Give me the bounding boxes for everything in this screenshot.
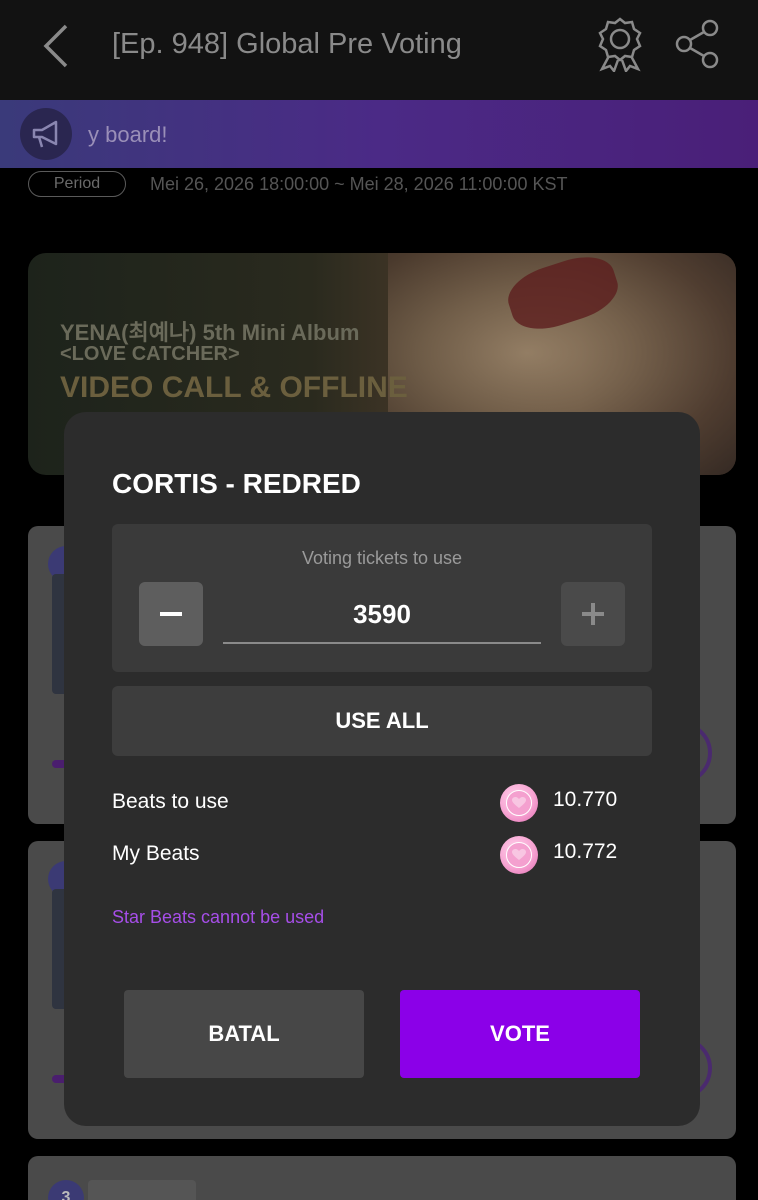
banner-line-2: <LOVE CATCHER> xyxy=(60,343,240,365)
period-range: Mei 26, 2026 18:00:00 ~ Mei 28, 2026 11:… xyxy=(150,174,568,194)
megaphone-icon xyxy=(20,108,72,160)
candidate-thumbnail xyxy=(88,1180,196,1200)
cancel-button[interactable]: BATAL xyxy=(124,990,364,1078)
award-button[interactable] xyxy=(594,16,646,74)
tickets-input[interactable] xyxy=(223,586,541,644)
increment-button[interactable] xyxy=(561,582,625,646)
vote-dialog: CORTIS - REDRED Voting tickets to use US… xyxy=(64,412,700,1126)
banner-line-3: VIDEO CALL & OFFLINE xyxy=(60,371,408,404)
dialog-title: CORTIS - REDRED xyxy=(112,468,361,499)
use-all-button[interactable]: USE ALL xyxy=(112,686,652,756)
period-badge: Period xyxy=(28,171,126,197)
heart-coin-icon xyxy=(500,784,538,822)
beats-to-use-label: Beats to use xyxy=(112,790,229,813)
heart-coin-icon xyxy=(500,836,538,874)
tickets-label: Voting tickets to use xyxy=(301,548,463,568)
beats-to-use-value: 10.770 xyxy=(553,788,618,811)
award-icon xyxy=(598,17,642,74)
notice-bar[interactable]: y board! xyxy=(0,100,758,168)
chevron-left-icon xyxy=(43,24,68,68)
my-beats-value: 10.772 xyxy=(553,840,618,863)
plus-icon xyxy=(582,603,604,625)
star-beats-warning: Star Beats cannot be used xyxy=(112,907,325,927)
page-title: [Ep. 948] Global Pre Voting xyxy=(112,28,462,60)
ticket-selector: Voting tickets to use xyxy=(112,524,652,672)
back-button[interactable] xyxy=(28,22,84,70)
app-header: [Ep. 948] Global Pre Voting xyxy=(0,0,758,100)
share-button[interactable] xyxy=(674,18,722,70)
minus-icon xyxy=(160,612,182,616)
share-icon xyxy=(675,19,719,69)
vote-button[interactable]: VOTE xyxy=(400,990,640,1078)
candidate-card[interactable]: 3 xyxy=(28,1156,736,1200)
notice-text: y board! xyxy=(88,122,168,147)
decrement-button[interactable] xyxy=(139,582,203,646)
my-beats-label: My Beats xyxy=(112,842,200,865)
rank-badge: 3 xyxy=(48,1180,84,1200)
